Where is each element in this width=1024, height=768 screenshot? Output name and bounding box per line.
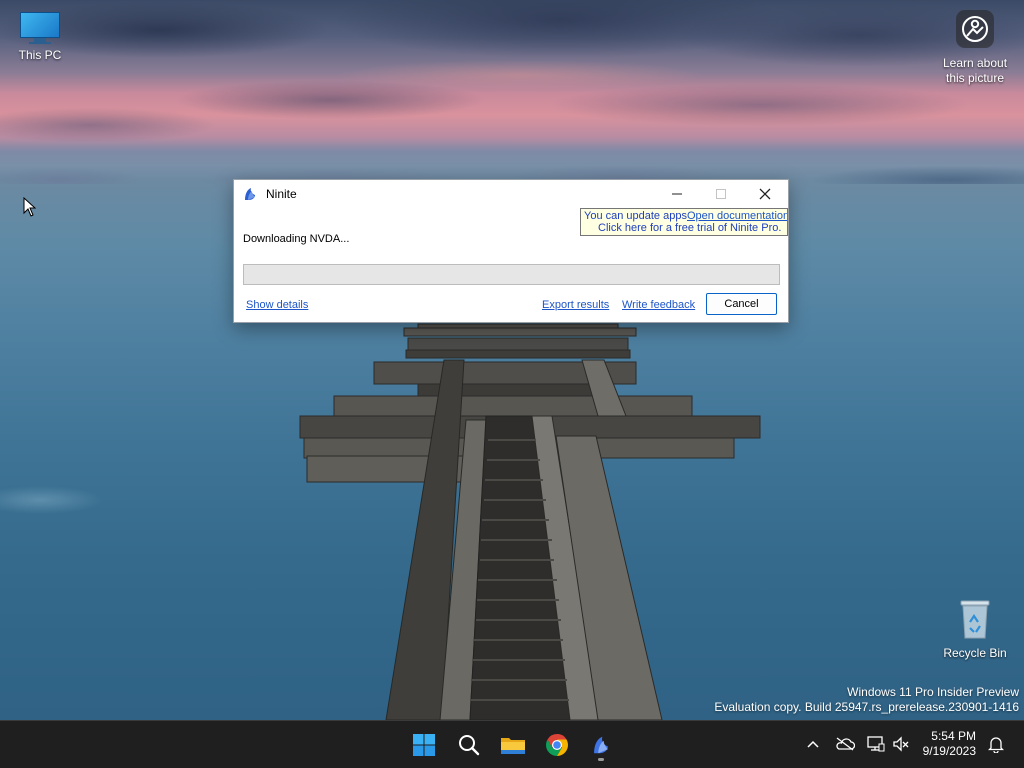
onedrive-tray-button[interactable] — [834, 733, 856, 755]
onedrive-offline-icon — [836, 737, 855, 751]
ninite-app-icon — [245, 188, 255, 200]
download-status-text: Downloading NVDA... — [243, 233, 350, 245]
clock-date: 9/19/2023 — [922, 744, 976, 758]
notifications-button[interactable] — [985, 733, 1007, 755]
network-icon — [867, 736, 885, 752]
bell-icon — [988, 737, 1004, 753]
ninite-pro-trial-link[interactable]: Click here for a free trial of Ninite Pr… — [598, 222, 781, 235]
this-pc-icon — [20, 12, 60, 44]
running-indicator — [598, 758, 604, 761]
recycle-bin-icon — [958, 598, 992, 640]
download-progress-bar — [243, 264, 780, 285]
export-results-link[interactable]: Export results — [542, 299, 609, 311]
volume-muted-icon — [893, 736, 909, 752]
window-title: Ninite — [266, 187, 297, 201]
close-button[interactable] — [743, 180, 787, 208]
watermark-build: Evaluation copy. Build 25947.rs_prerelea… — [714, 700, 1019, 714]
watermark-edition: Windows 11 Pro Insider Preview — [847, 685, 1019, 699]
close-icon — [759, 188, 771, 200]
taskbar-ninite[interactable] — [583, 727, 619, 763]
file-explorer-icon — [501, 738, 525, 754]
ninite-window: Ninite You can update apps Open document… — [233, 179, 789, 323]
learn-about-picture-icon — [956, 10, 994, 48]
taskbar-chrome[interactable] — [539, 727, 575, 763]
update-apps-tooltip[interactable]: You can update apps Open documentation C… — [580, 208, 788, 236]
clock-time: 5:54 PM — [931, 729, 976, 743]
desktop-icon-label: Learn about this picture — [942, 56, 1008, 85]
network-tray-button[interactable] — [865, 733, 887, 755]
show-details-link[interactable]: Show details — [246, 299, 308, 311]
write-feedback-link[interactable]: Write feedback — [622, 299, 695, 311]
start-icon — [413, 734, 435, 756]
chrome-icon — [546, 734, 568, 756]
ninite-titlebar[interactable]: Ninite — [234, 180, 788, 208]
taskbar-clock[interactable]: 5:54 PM 9/19/2023 — [916, 729, 976, 759]
maximize-icon — [716, 189, 726, 199]
taskbar-search-button[interactable] — [451, 727, 487, 763]
minimize-button[interactable] — [655, 180, 699, 208]
desktop-icon-recycle-bin[interactable]: Recycle Bin — [935, 598, 1015, 660]
volume-tray-button[interactable] — [890, 733, 912, 755]
show-hidden-icons-button[interactable] — [802, 733, 824, 755]
chevron-up-icon — [807, 740, 819, 748]
maximize-button[interactable] — [699, 180, 743, 208]
desktop-icon-label: Recycle Bin — [943, 646, 1007, 660]
minimize-icon — [672, 193, 682, 195]
desktop-icon-this-pc[interactable]: This PC — [0, 0, 80, 62]
desktop-icon-label: This PC — [18, 48, 62, 62]
windows-watermark: Windows 11 Pro Insider Preview Evaluatio… — [714, 685, 1019, 715]
search-icon — [459, 735, 480, 756]
start-button[interactable] — [406, 727, 442, 763]
desktop-background: This PC Learn about this picture Recycle… — [0, 0, 1024, 720]
cancel-button[interactable]: Cancel — [706, 293, 777, 315]
taskbar-file-explorer[interactable] — [495, 727, 531, 763]
mouse-cursor-icon — [23, 197, 36, 217]
ninite-icon — [594, 736, 608, 754]
wallpaper-pier — [299, 323, 761, 720]
taskbar: 5:54 PM 9/19/2023 — [0, 720, 1024, 768]
desktop-icon-learn-about-picture[interactable]: Learn about this picture — [935, 0, 1015, 86]
